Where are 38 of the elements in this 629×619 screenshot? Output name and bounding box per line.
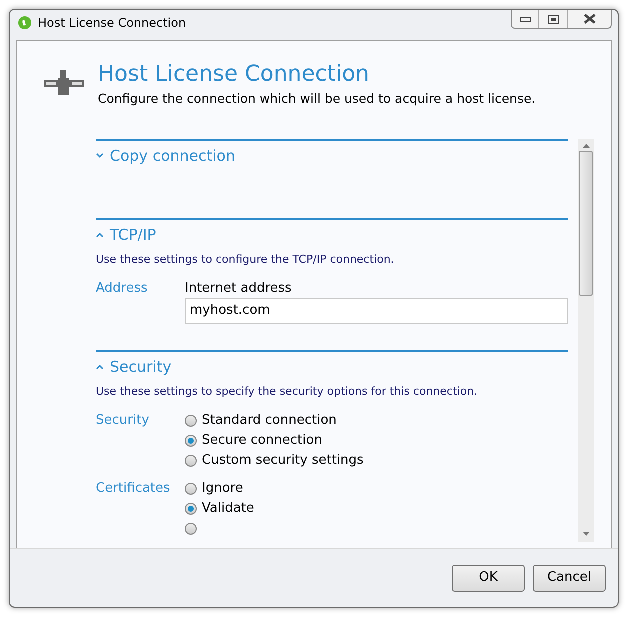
- app-icon: [18, 16, 32, 30]
- section-header[interactable]: Security: [96, 352, 172, 378]
- radio-label: Validate: [202, 500, 254, 518]
- scrollbar[interactable]: [578, 139, 594, 542]
- radio-button[interactable]: [185, 454, 197, 466]
- close-icon: [584, 14, 596, 24]
- collapse-icon: [96, 232, 104, 238]
- radio-label: Standard connection: [202, 412, 337, 430]
- radio-label: Secure connection: [202, 432, 322, 450]
- expand-icon: [96, 153, 104, 160]
- section-description: Use these settings to specify the security options for this connection.: [96, 384, 479, 400]
- radio-label: Custom security settings: [202, 452, 364, 470]
- dialog-button[interactable]: OK: [452, 564, 525, 592]
- radio-button[interactable]: [185, 414, 197, 426]
- section-header[interactable]: Copy connection: [96, 141, 236, 168]
- radio-button[interactable]: [185, 482, 197, 494]
- radio-button[interactable]: [185, 522, 197, 534]
- scroll-up-icon[interactable]: [582, 144, 590, 149]
- group-label: Security: [96, 412, 150, 430]
- connector-icon: [44, 70, 84, 95]
- minimize-icon: [520, 16, 530, 22]
- section-description: Use these settings to configure the TCP/IP connection.: [96, 252, 396, 268]
- group-label: Certificates: [96, 480, 172, 498]
- section-header[interactable]: TCP/IP: [96, 220, 156, 246]
- scroll-down-icon[interactable]: [582, 532, 590, 537]
- radio-label: Ignore: [202, 480, 244, 498]
- scrollbar-thumb[interactable]: [579, 151, 593, 296]
- field-label: Internet address: [185, 280, 293, 298]
- dialog-subtitle: Configure the connection which will be used to acquire a host license.: [98, 90, 536, 108]
- dialog-title: Host License Connection: [98, 63, 370, 88]
- dialog-button[interactable]: Cancel: [533, 564, 606, 592]
- address-field[interactable]: myhost.com: [185, 298, 568, 324]
- collapse-icon: [96, 364, 104, 370]
- radio-button[interactable]: [185, 502, 197, 514]
- window-title: Host License Connection: [38, 15, 186, 32]
- maximize-icon: [548, 14, 558, 24]
- group-label: Address: [96, 280, 149, 298]
- radio-button[interactable]: [185, 434, 197, 446]
